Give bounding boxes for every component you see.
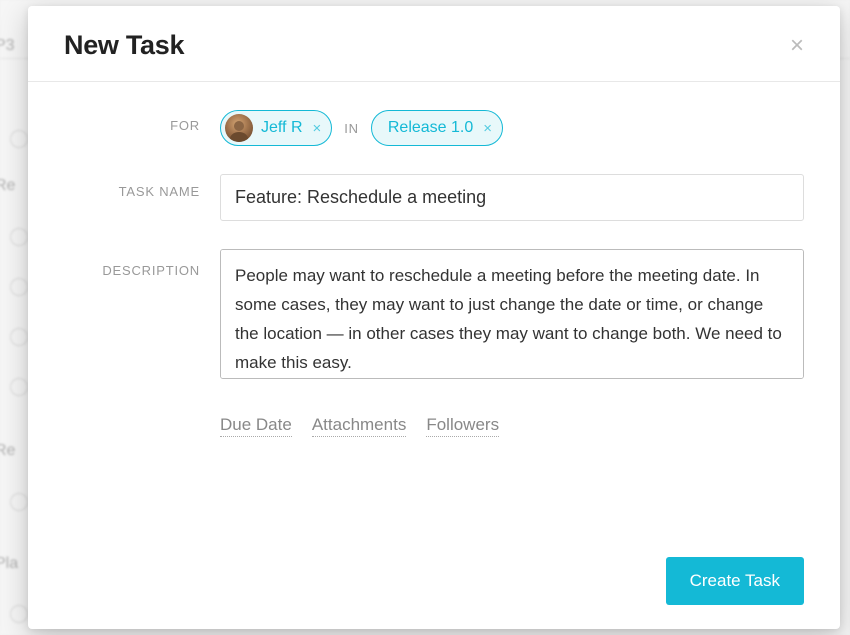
bg-label: Re: [0, 442, 15, 460]
avatar: [225, 114, 253, 142]
modal-footer: Create Task: [28, 537, 840, 629]
remove-project-icon[interactable]: ×: [483, 120, 492, 137]
close-button[interactable]: ×: [790, 34, 804, 58]
modal-title: New Task: [64, 30, 184, 61]
create-task-button[interactable]: Create Task: [666, 557, 804, 605]
in-label: IN: [344, 121, 359, 136]
modal-header: New Task ×: [28, 6, 840, 82]
task-name-row: TASK NAME: [64, 174, 804, 221]
bg-label: Pla: [0, 555, 18, 573]
project-name: Release 1.0: [388, 119, 473, 137]
for-content: Jeff R × IN Release 1.0 ×: [220, 110, 804, 146]
bg-label: Re: [0, 177, 15, 195]
description-label: DESCRIPTION: [64, 249, 220, 278]
task-name-label: TASK NAME: [64, 174, 220, 199]
description-row: DESCRIPTION: [64, 249, 804, 379]
assignee-chip[interactable]: Jeff R ×: [220, 110, 332, 146]
close-icon: ×: [790, 32, 804, 59]
assignee-name: Jeff R: [261, 119, 303, 137]
new-task-modal: New Task × FOR Jeff R × IN Release 1.0 ×: [28, 6, 840, 629]
task-name-content: [220, 174, 804, 221]
due-date-link[interactable]: Due Date: [220, 415, 292, 437]
assignee-row: FOR Jeff R × IN Release 1.0 ×: [64, 110, 804, 146]
project-chip[interactable]: Release 1.0 ×: [371, 110, 503, 146]
attachments-link[interactable]: Attachments: [312, 415, 407, 437]
remove-assignee-icon[interactable]: ×: [313, 120, 322, 137]
bg-label: P3: [0, 37, 15, 55]
followers-link[interactable]: Followers: [426, 415, 499, 437]
modal-body: FOR Jeff R × IN Release 1.0 × TASK NAME: [28, 82, 840, 457]
for-label: FOR: [64, 110, 220, 133]
extra-links-row: Due Date Attachments Followers: [220, 415, 804, 437]
description-input[interactable]: [220, 249, 804, 379]
description-content: [220, 249, 804, 379]
task-name-input[interactable]: [220, 174, 804, 221]
